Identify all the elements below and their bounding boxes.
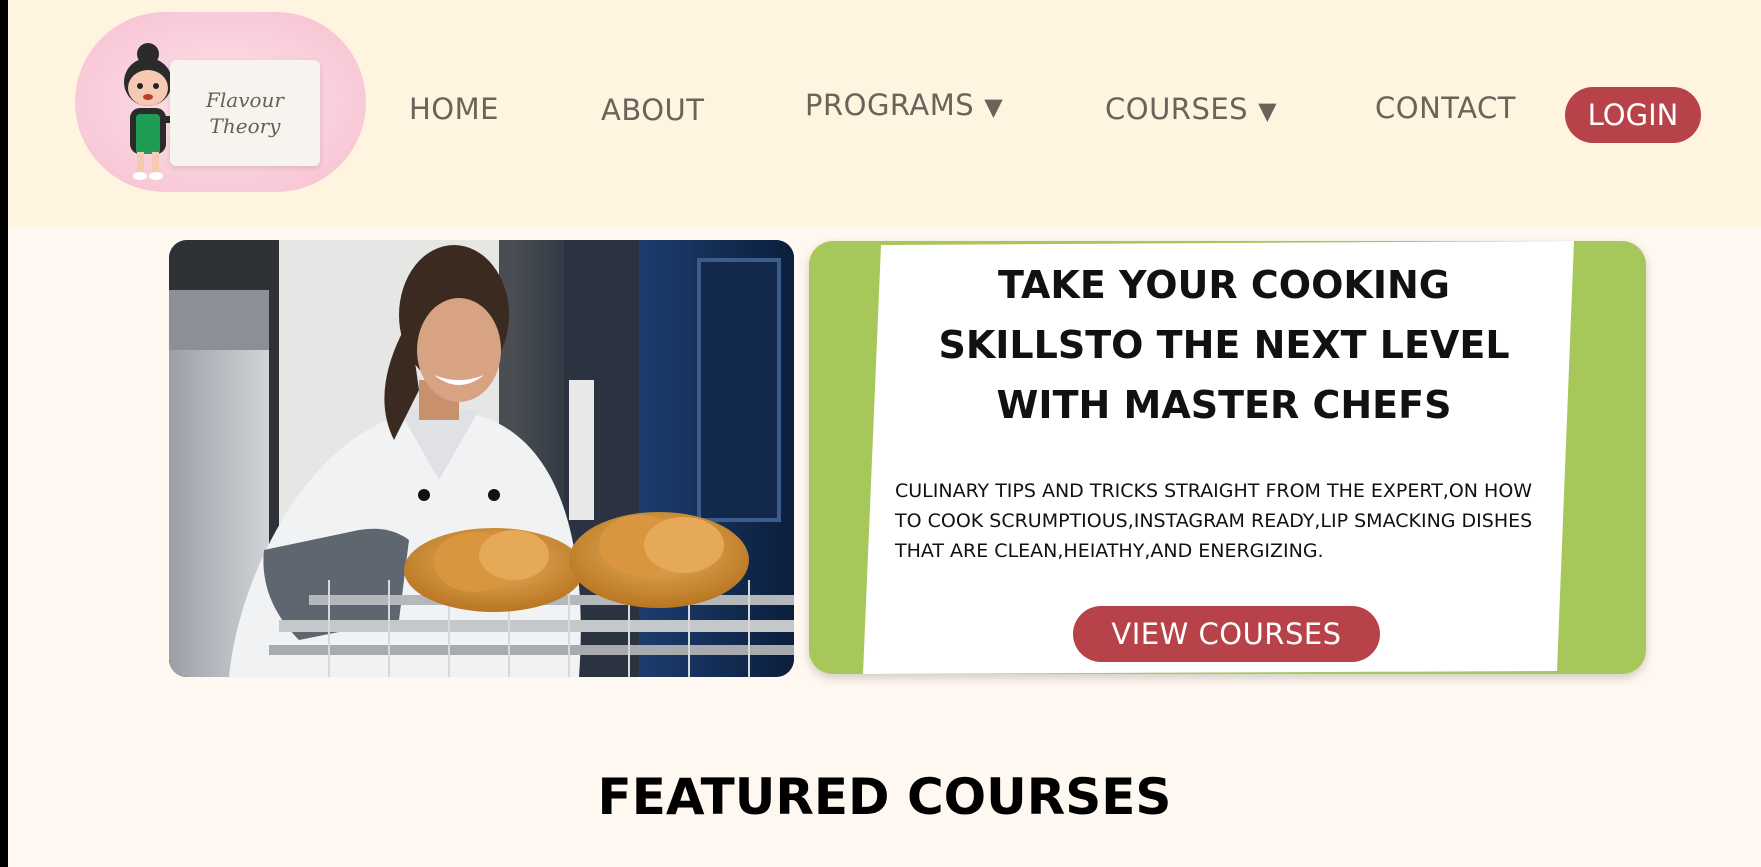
page: Flavour Theory HOME ABOUT PROGRAMS ▼ COUR… xyxy=(8,0,1761,867)
logo-text-line1: Flavour xyxy=(206,88,284,112)
nav-about[interactable]: ABOUT xyxy=(601,93,705,127)
logo-text-line2: Theory xyxy=(209,114,281,138)
nav-programs-label: PROGRAMS xyxy=(805,88,975,122)
login-button[interactable]: LOGIN xyxy=(1565,87,1701,143)
chef-baking-croissants-photo-icon xyxy=(169,240,794,677)
brand-logo[interactable]: Flavour Theory xyxy=(75,12,366,192)
chevron-down-icon: ▼ xyxy=(984,93,1004,121)
hero-title: TAKE YOUR COOKING SKILLSTO THE NEXT LEVE… xyxy=(938,263,1510,427)
nav-contact[interactable]: CONTACT xyxy=(1375,91,1516,125)
site-header: Flavour Theory HOME ABOUT PROGRAMS ▼ COUR… xyxy=(8,0,1761,227)
hero-description: CULINARY TIPS AND TRICKS STRAIGHT FROM T… xyxy=(895,480,1533,562)
hero-image xyxy=(169,240,794,677)
nav-courses[interactable]: COURSES ▼ xyxy=(1105,92,1277,126)
featured-courses-heading: FEATURED COURSES xyxy=(597,768,1172,826)
logo-card: Flavour Theory xyxy=(170,60,320,166)
nav-home[interactable]: HOME xyxy=(409,92,499,126)
hero-card: TAKE YOUR COOKING SKILLSTO THE NEXT LEVE… xyxy=(809,241,1646,674)
view-courses-button[interactable]: VIEW COURSES xyxy=(1073,606,1380,662)
chevron-down-icon: ▼ xyxy=(1258,97,1278,125)
nav-courses-label: COURSES xyxy=(1105,92,1249,126)
nav-programs[interactable]: PROGRAMS ▼ xyxy=(805,88,1003,122)
